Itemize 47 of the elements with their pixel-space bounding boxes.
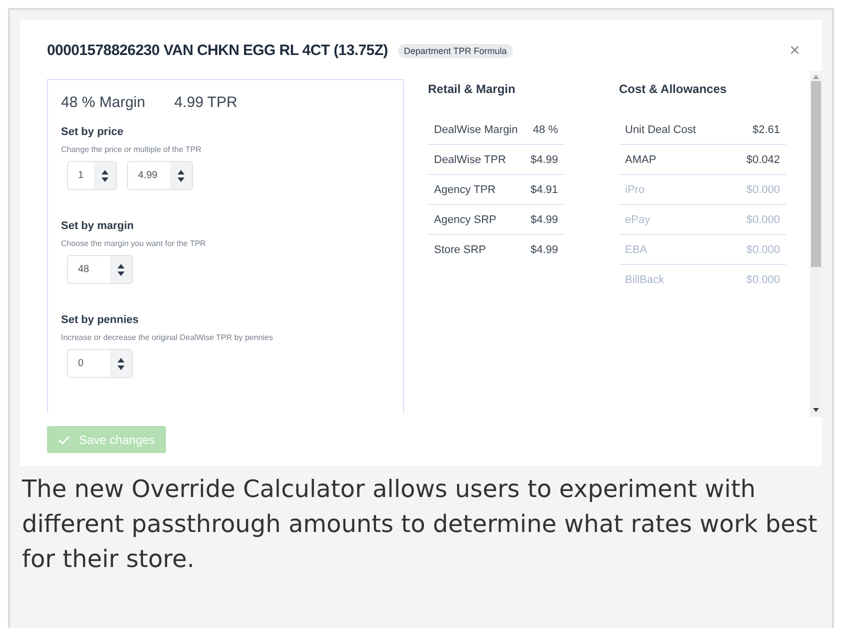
- number-field[interactable]: 0: [67, 349, 133, 378]
- row-label: ePay: [625, 214, 650, 226]
- row-value: $4.99: [530, 214, 558, 226]
- row-label: EBA: [625, 244, 648, 256]
- row-value: $0.000: [746, 274, 780, 286]
- number-field[interactable]: 1: [67, 161, 117, 190]
- row-value: $4.99: [530, 154, 558, 166]
- section-hint: Increase or decrease the original DealWise TPR by pennies: [61, 333, 274, 342]
- row-value: $0.000: [746, 184, 780, 196]
- caption-text: The new Override Calculator allows users to experiment with different passthrough amounts to determine what rates work best for their store.: [22, 474, 818, 575]
- row-value: $0.042: [746, 154, 780, 166]
- margin-summary: 48 % Margin: [61, 94, 146, 112]
- row-label: Agency TPR: [434, 184, 496, 196]
- section-heading: Set by pennies: [61, 314, 140, 326]
- number-field[interactable]: 4.99: [127, 161, 193, 190]
- section-hint: Change the price or multiple of the TPR: [61, 145, 202, 154]
- number-field[interactable]: 48: [67, 255, 133, 284]
- row-value: $0.000: [746, 214, 780, 226]
- table-title: Retail & Margin: [428, 82, 516, 98]
- row-label: iPro: [625, 184, 645, 196]
- section-hint: Choose the margin you want for the TPR: [61, 239, 207, 248]
- scrollbar[interactable]: [810, 71, 822, 418]
- tpr-summary: 4.99 TPR: [174, 94, 238, 112]
- formula-badge: Department TPR Formula: [398, 44, 513, 58]
- row-label: Agency SRP: [434, 214, 496, 226]
- close-button[interactable]: ×: [783, 40, 806, 62]
- modal-title: 00001578826230 VAN CHKN EGG RL 4CT (13.75Z): [47, 42, 388, 60]
- row-label: Unit Deal Cost: [625, 124, 696, 136]
- section-heading: Set by margin: [61, 220, 135, 232]
- row-value: $2.61: [752, 124, 780, 136]
- check-icon: [58, 434, 70, 444]
- row-value: 48 %: [532, 124, 558, 136]
- row-label: AMAP: [625, 154, 656, 166]
- spinner-icon[interactable]: [101, 168, 109, 183]
- spinner-icon[interactable]: [177, 168, 185, 183]
- row-label: BillBack: [625, 274, 664, 286]
- row-label: Store SRP: [434, 244, 486, 256]
- spinner-icon[interactable]: [117, 262, 125, 277]
- row-label: DealWise Margin: [434, 124, 518, 136]
- spinner-icon[interactable]: [117, 356, 125, 371]
- row-value: $4.99: [530, 244, 558, 256]
- table-title: Cost & Allowances: [619, 82, 728, 98]
- row-label: DealWise TPR: [434, 154, 506, 166]
- scroll-down-icon[interactable]: [813, 408, 819, 412]
- row-value: $0.000: [746, 244, 780, 256]
- section-heading: Set by price: [61, 126, 124, 138]
- row-value: $4.91: [530, 184, 558, 196]
